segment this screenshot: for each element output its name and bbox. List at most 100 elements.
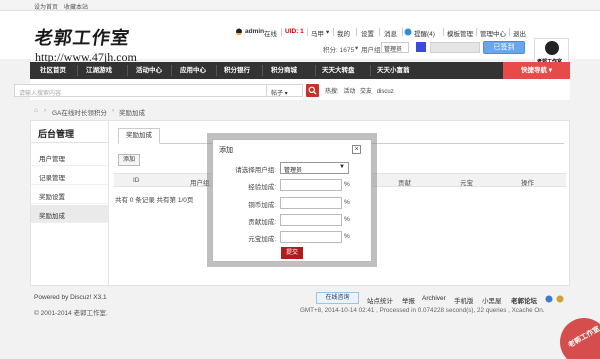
divider xyxy=(402,28,403,36)
divider xyxy=(127,65,128,76)
footer-link[interactable]: 站点统计 xyxy=(367,295,393,305)
add-dialog: 添加 × 请选择用户组: 管理员 ▼ 经验加成: % 铜币加成: % 贡献加成:… xyxy=(212,139,372,262)
hot-search: 热搜: 活动 交友 discuz xyxy=(325,86,394,95)
divider xyxy=(443,28,444,36)
nav-item-apps[interactable]: 应用中心 xyxy=(180,62,206,79)
online-service-button[interactable]: 在线咨询 xyxy=(316,292,359,304)
footer-link[interactable]: 小黑屋 xyxy=(482,295,502,305)
nav-item-home[interactable]: 社区首页 xyxy=(40,62,66,79)
main-nav: 社区首页 江湖游戏 活动中心 应用中心 积分银行 积分商城 天天大转盘 天天小富… xyxy=(30,62,570,79)
field-label: 贡献加成: xyxy=(248,219,276,226)
messages-link[interactable]: 消息 xyxy=(384,28,397,38)
search-input[interactable]: 请输入搜索内容 xyxy=(14,84,267,97)
divider xyxy=(216,65,217,76)
divider xyxy=(379,28,380,36)
chevron-down-icon[interactable]: ▾ xyxy=(355,44,358,52)
bell-icon xyxy=(404,28,412,36)
signed-button[interactable]: 已签到 xyxy=(483,41,525,54)
sidebar-item-records[interactable]: 记录管理 xyxy=(31,167,109,185)
settings-link[interactable]: 设置 xyxy=(361,28,374,38)
divider xyxy=(77,65,78,76)
footer-link[interactable]: 举报 xyxy=(402,295,415,305)
divider xyxy=(356,28,357,36)
column-header: 操作 xyxy=(521,180,534,187)
usergroup-label: 用户组: xyxy=(361,47,383,54)
chevron-right-icon: › xyxy=(44,107,47,114)
remind-link[interactable]: 提醒(4) xyxy=(414,28,435,38)
breadcrumb-item[interactable]: GA在线时长领积分 xyxy=(52,107,107,117)
search-type-value: 帖子 xyxy=(271,91,284,97)
nav-item-mall[interactable]: 积分商城 xyxy=(271,62,297,79)
copper-bonus-input[interactable] xyxy=(280,197,342,209)
add-button[interactable]: 添加 xyxy=(118,154,140,166)
submit-button[interactable]: 提交 xyxy=(281,247,303,259)
sidebar-item-users[interactable]: 用户管理 xyxy=(31,148,109,166)
home-icon[interactable]: ⌂ xyxy=(34,107,38,114)
field-label: 铜币加成: xyxy=(248,202,276,209)
uid-label: UID: 1 xyxy=(285,28,304,35)
template-manage-link[interactable]: 模板管理 xyxy=(447,28,473,38)
exp-bonus-input[interactable] xyxy=(280,179,342,191)
dialog-title: 添加 xyxy=(219,147,233,154)
footer-link[interactable]: Archiver xyxy=(422,295,446,302)
site-logo[interactable]: 老郭工作室 xyxy=(33,24,132,50)
hot-search-item[interactable]: 交友 xyxy=(360,89,372,95)
records-count: 共有 0 条记录 共有第 1/0页 xyxy=(115,197,194,204)
points-label[interactable]: 积分: 1675 xyxy=(323,44,354,54)
search-button[interactable] xyxy=(306,84,319,97)
avatar-logo-icon xyxy=(545,41,559,55)
logout-link[interactable]: 退出 xyxy=(513,28,526,38)
seal-stamp: 老郭工作室 xyxy=(560,318,600,359)
powered-by[interactable]: Powered by Discuz! X3.1 xyxy=(34,294,107,301)
horse-link[interactable]: 马甲 xyxy=(311,28,324,38)
dialog-usergroup-value: 管理员 xyxy=(284,168,303,174)
username[interactable]: admin xyxy=(245,28,264,35)
sidebar-item-reward-settings[interactable]: 奖励设置 xyxy=(31,186,109,204)
chevron-right-icon: › xyxy=(112,107,115,114)
quick-nav-label: 快捷导航 xyxy=(520,67,547,74)
badge-icon xyxy=(556,295,564,303)
hot-search-item[interactable]: discuz xyxy=(377,89,394,95)
quick-nav-button[interactable]: 快捷导航 ▾ xyxy=(503,62,570,79)
copyright: © 2001-2014 老郭工作室. xyxy=(34,310,108,317)
breadcrumb-item[interactable]: 奖励加成 xyxy=(119,107,145,117)
set-home-link[interactable]: 设为首页 xyxy=(34,2,58,11)
contribution-bonus-input[interactable] xyxy=(280,214,342,226)
unit-label: % xyxy=(344,199,350,206)
sign-icon xyxy=(416,42,426,52)
hot-search-item[interactable]: 活动 xyxy=(343,89,355,95)
unit-label: % xyxy=(344,181,350,188)
column-header: 元宝 xyxy=(460,180,473,187)
manage-center-link[interactable]: 管理中心 xyxy=(480,28,506,38)
divider xyxy=(509,28,510,36)
footer-link[interactable]: 老郭论坛 xyxy=(511,295,537,305)
header: 老郭工作室 http://www.47jh.com admin 在线 UID: … xyxy=(0,11,600,68)
nav-item-bank[interactable]: 积分银行 xyxy=(224,62,250,79)
nav-item-activity[interactable]: 活动中心 xyxy=(136,62,162,79)
sidebar-item-reward-bonus[interactable]: 奖励加成 xyxy=(31,205,109,223)
sign-progress xyxy=(430,42,480,53)
divider xyxy=(476,28,477,36)
search-type-select[interactable]: 帖子 ▾ xyxy=(267,84,303,97)
mine-link[interactable]: 我的 xyxy=(337,28,350,38)
dialog-usergroup-select[interactable]: 管理员 ▼ xyxy=(280,162,349,174)
sidebar-title: 后台管理 xyxy=(31,121,109,143)
sidebar: 后台管理 用户管理 记录管理 奖励设置 奖励加成 xyxy=(31,121,109,287)
top-bar: 设为首页 收藏本站 xyxy=(0,0,600,11)
close-icon[interactable]: × xyxy=(352,145,361,154)
nav-item-games[interactable]: 江湖游戏 xyxy=(86,62,112,79)
chevron-down-icon[interactable]: ▾ xyxy=(326,28,329,36)
divider xyxy=(333,28,334,36)
search-icon xyxy=(308,86,317,95)
nav-item-monopoly[interactable]: 天天小富翁 xyxy=(377,62,410,79)
column-header: 贡献 xyxy=(398,180,411,187)
nav-item-wheel[interactable]: 天天大转盘 xyxy=(322,62,355,79)
online-status: 在线 xyxy=(264,31,277,38)
bookmark-link[interactable]: 收藏本站 xyxy=(64,2,88,11)
divider xyxy=(307,28,308,36)
tab-reward-bonus[interactable]: 奖励加成 xyxy=(118,128,160,144)
footer-link[interactable]: 手机版 xyxy=(454,295,474,305)
qq-icon xyxy=(235,28,243,36)
usergroup-select[interactable]: 管理员 xyxy=(381,42,409,53)
yuanbao-bonus-input[interactable] xyxy=(280,231,342,243)
